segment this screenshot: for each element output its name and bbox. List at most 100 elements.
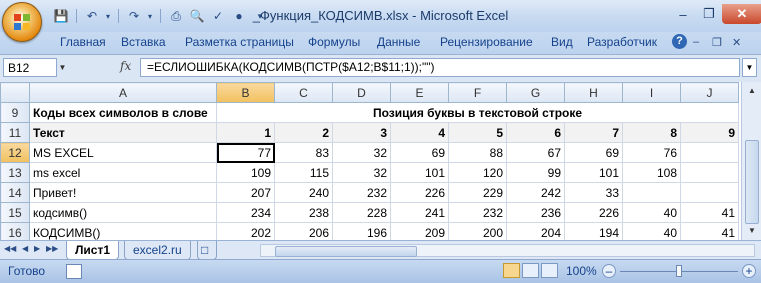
cell[interactable] [680,142,739,163]
cell[interactable]: 229 [448,182,507,203]
zoom-level[interactable]: 100% [566,264,597,278]
cell[interactable]: КОДСИМВ() [29,222,217,240]
close-icon[interactable]: ✕ [722,4,761,24]
vertical-scrollbar[interactable]: ▲ ▼ [741,82,761,240]
name-box-dropdown-icon[interactable]: ▼ [57,58,68,77]
tab-formulas[interactable]: Формулы [308,35,360,49]
sheet-tab-list1[interactable]: Лист1 [66,241,120,260]
column-header-c[interactable]: C [274,82,333,103]
cell[interactable]: 33 [564,182,623,203]
column-header-a[interactable]: A [29,82,217,103]
formula-input[interactable]: =ЕСЛИОШИБКА(КОДСИМВ(ПСТР($A12;B$11;1));"… [140,58,740,77]
tab-insert[interactable]: Вставка [121,35,166,49]
cell[interactable]: 9 [680,122,739,143]
sheet-tab-excel2[interactable]: excel2.ru [124,241,191,260]
insert-function-icon[interactable]: fx [120,59,131,73]
first-sheet-icon[interactable]: ◀◀ [4,244,16,253]
row-header[interactable]: 13 [0,162,30,183]
merged-header-cell[interactable]: Позиция буквы в текстовой строке [216,102,739,123]
column-header-j[interactable]: J [680,82,739,103]
row-header[interactable]: 11 [0,122,30,143]
cell[interactable]: 209 [390,222,449,240]
cell[interactable]: 241 [390,202,449,223]
cell[interactable]: 240 [274,182,333,203]
macro-record-icon[interactable] [66,264,82,279]
row-header[interactable]: 12 [0,142,30,163]
cell[interactable] [622,182,681,203]
cell[interactable]: 83 [274,142,333,163]
cell[interactable]: 232 [332,182,391,203]
column-header-g[interactable]: G [506,82,565,103]
minimize-icon[interactable]: – [670,4,696,24]
column-header-d[interactable]: D [332,82,391,103]
cell[interactable]: 236 [506,202,565,223]
zoom-out-icon[interactable]: – [602,264,616,278]
cell[interactable]: 108 [622,162,681,183]
cell[interactable]: 226 [390,182,449,203]
cell[interactable]: 32 [332,162,391,183]
cell[interactable]: 67 [506,142,565,163]
cell[interactable]: 194 [564,222,623,240]
ribbon-minimize-icon[interactable]: – [693,36,699,48]
cell[interactable] [680,182,739,203]
page-layout-view-icon[interactable] [522,263,539,278]
tab-view[interactable]: Вид [551,35,573,49]
tab-home[interactable]: Главная [60,35,106,49]
row-header[interactable]: 14 [0,182,30,203]
cell[interactable]: 6 [506,122,565,143]
horizontal-scroll-thumb[interactable] [275,246,417,257]
column-header-h[interactable]: H [564,82,623,103]
row-header[interactable]: 16 [0,222,30,240]
ribbon-close-icon[interactable]: ✕ [732,36,741,49]
cell[interactable]: 1 [216,122,275,143]
cell[interactable]: 4 [390,122,449,143]
cell[interactable]: 115 [274,162,333,183]
select-all-corner[interactable] [0,82,30,103]
tab-page-layout[interactable]: Разметка страницы [185,35,294,49]
prev-sheet-icon[interactable]: ◀ [22,244,28,253]
cell[interactable]: кодсимв() [29,202,217,223]
cell[interactable]: Коды всех символов в слове [29,102,217,123]
row-header[interactable]: 15 [0,202,30,223]
cell[interactable]: 5 [448,122,507,143]
column-header-i[interactable]: I [622,82,681,103]
cell[interactable]: 99 [506,162,565,183]
expand-formula-bar-icon[interactable]: ▼ [742,58,757,77]
cell[interactable]: ms excel [29,162,217,183]
cell[interactable]: 8 [622,122,681,143]
cell[interactable]: 109 [216,162,275,183]
cell[interactable]: 232 [448,202,507,223]
scroll-down-icon[interactable]: ▼ [745,224,759,238]
page-break-view-icon[interactable] [541,263,558,278]
ribbon-restore-icon[interactable]: ❐ [712,36,722,49]
cell[interactable]: 7 [564,122,623,143]
active-cell[interactable]: 77 [216,142,275,163]
cell[interactable]: 69 [564,142,623,163]
row-header[interactable]: 9 [0,102,30,123]
normal-view-icon[interactable] [503,263,520,278]
cell[interactable]: 202 [216,222,275,240]
cell[interactable]: 41 [680,202,739,223]
cell[interactable]: 76 [622,142,681,163]
cell[interactable]: 2 [274,122,333,143]
cell[interactable]: 196 [332,222,391,240]
cell[interactable]: 200 [448,222,507,240]
cell[interactable]: 242 [506,182,565,203]
cell[interactable]: Привет! [29,182,217,203]
cell[interactable]: 40 [622,202,681,223]
cell[interactable]: 234 [216,202,275,223]
cell[interactable]: 120 [448,162,507,183]
cell[interactable]: 41 [680,222,739,240]
zoom-in-icon[interactable]: + [742,264,756,278]
column-header-e[interactable]: E [390,82,449,103]
cell[interactable]: 40 [622,222,681,240]
cell[interactable]: Текст [29,122,217,143]
cell[interactable]: 88 [448,142,507,163]
cell[interactable]: 32 [332,142,391,163]
cell[interactable]: 207 [216,182,275,203]
cell[interactable]: 206 [274,222,333,240]
cell[interactable]: 238 [274,202,333,223]
office-button[interactable] [2,2,42,42]
last-sheet-icon[interactable]: ▶▶ [46,244,58,253]
next-sheet-icon[interactable]: ▶ [34,244,40,253]
